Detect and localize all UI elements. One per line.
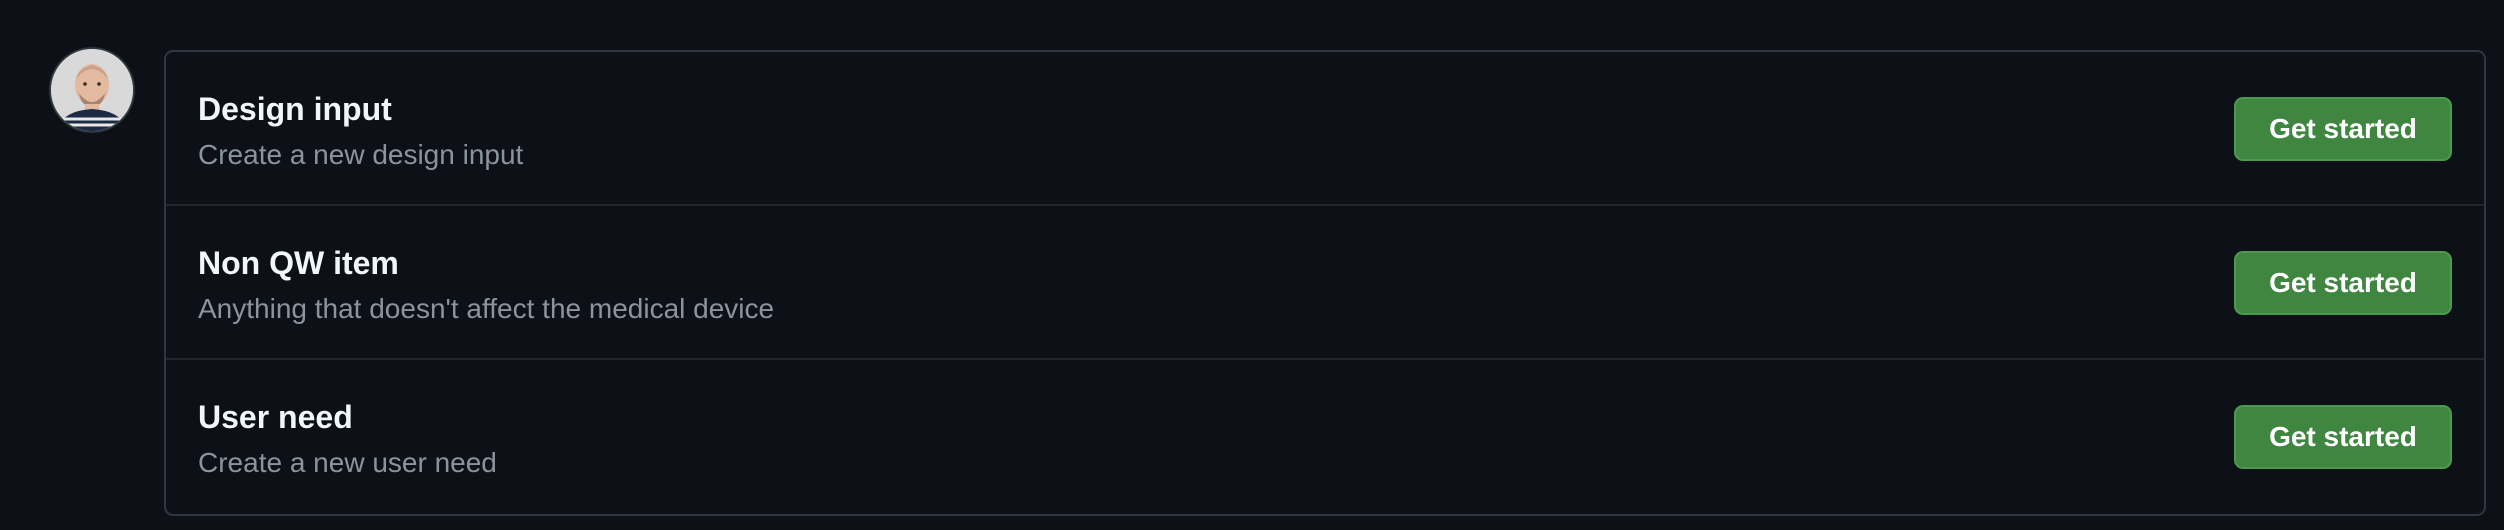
item-title: User need <box>198 399 353 435</box>
user-avatar[interactable] <box>51 49 133 131</box>
item-description: Anything that doesn't affect the medical… <box>198 293 775 324</box>
avatar-portrait-icon <box>51 49 133 131</box>
get-started-button[interactable]: Get started <box>2234 405 2452 469</box>
item-description: Create a new design input <box>198 139 524 170</box>
create-item-list: Design input Create a new design input G… <box>164 50 2486 516</box>
list-item: User need Create a new user need Get sta… <box>166 360 2484 514</box>
page: Design input Create a new design input G… <box>0 0 2504 530</box>
item-title: Design input <box>198 91 392 127</box>
get-started-button[interactable]: Get started <box>2234 97 2452 161</box>
list-item: Design input Create a new design input G… <box>166 52 2484 206</box>
get-started-button[interactable]: Get started <box>2234 251 2452 315</box>
item-title: Non QW item <box>198 245 399 281</box>
item-description: Create a new user need <box>198 447 497 478</box>
list-item: Non QW item Anything that doesn't affect… <box>166 206 2484 360</box>
